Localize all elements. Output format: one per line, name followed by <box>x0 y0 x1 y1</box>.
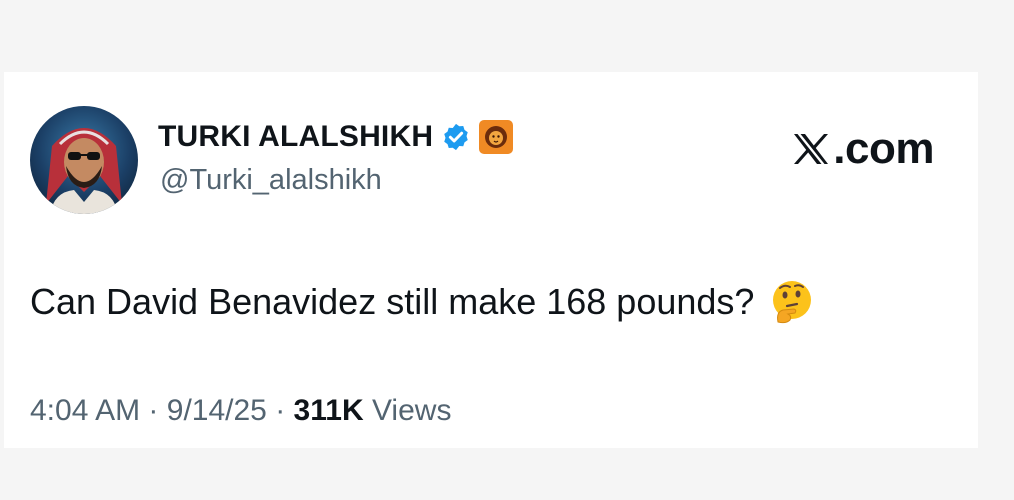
thinking-face-icon <box>768 278 816 326</box>
views-label: Views <box>371 394 452 427</box>
author-handle[interactable]: @Turki_alalshikh <box>160 164 382 197</box>
avatar-image <box>30 106 138 214</box>
tweet-card: TURKI ALALSHIKH @Turki_alalshikh .com Ca… <box>4 72 978 448</box>
x-logo-icon <box>794 134 829 164</box>
x-com-brand: .com <box>791 124 934 174</box>
tweet-body: Can David Benavidez still make 168 pound… <box>30 278 816 326</box>
tweet-body-text: Can David Benavidez still make 168 pound… <box>30 281 755 322</box>
meta-separator: · <box>275 394 286 427</box>
lion-org-badge-icon[interactable] <box>479 120 514 154</box>
tweet-time[interactable]: 4:04 AM <box>30 394 140 427</box>
views-count[interactable]: 311K <box>294 394 364 427</box>
verified-badge-icon <box>441 122 471 152</box>
author-display-name[interactable]: TURKI ALALSHIKH <box>158 120 433 154</box>
brand-domain-text: .com <box>833 124 934 173</box>
tweet-meta: 4:04 AM · 9/14/25 · 311K Views <box>30 394 451 428</box>
author-name-row[interactable]: TURKI ALALSHIKH <box>158 120 514 154</box>
avatar[interactable] <box>30 106 138 214</box>
meta-separator: · <box>148 394 159 427</box>
tweet-date[interactable]: 9/14/25 <box>167 394 267 427</box>
